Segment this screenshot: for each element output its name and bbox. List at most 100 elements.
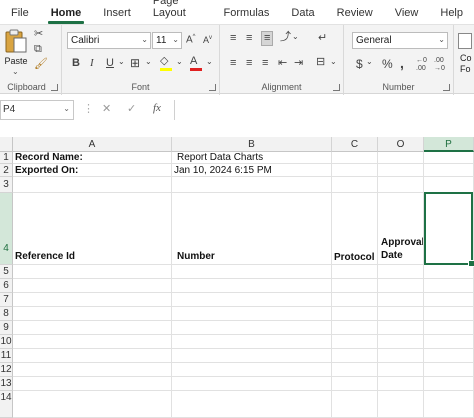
conditional-formatting-label[interactable]: Co Fo (460, 53, 472, 75)
cell-o4[interactable]: Approval Date (378, 193, 424, 265)
cell-o12[interactable] (378, 363, 424, 377)
chevron-down-icon[interactable]: ⌄ (176, 58, 183, 66)
accounting-format-icon[interactable]: $ (356, 58, 363, 70)
cell-o5[interactable] (378, 265, 424, 279)
center-icon[interactable]: ≡ (246, 58, 252, 69)
cell-a2[interactable]: Exported On: (13, 164, 172, 177)
row-header-1[interactable]: 1 (0, 152, 13, 164)
cell-c6[interactable] (332, 279, 378, 293)
copy-icon[interactable]: ⧉ (34, 44, 42, 55)
cell-o11[interactable] (378, 349, 424, 363)
percent-style-icon[interactable]: % (382, 58, 393, 70)
row-header-10[interactable]: 10 (0, 335, 13, 349)
row-header-12[interactable]: 12 (0, 363, 13, 377)
cell-c8[interactable] (332, 307, 378, 321)
align-left-icon[interactable]: ≡ (230, 58, 236, 69)
cell-p1[interactable] (424, 152, 474, 164)
column-header-p[interactable]: P (424, 137, 474, 152)
chevron-down-icon[interactable]: ⌄ (206, 58, 213, 66)
cell-c1[interactable] (332, 152, 378, 164)
cell-c9[interactable] (332, 321, 378, 335)
cell-b6[interactable] (172, 279, 332, 293)
cell-a5[interactable] (13, 265, 172, 279)
row-header-8[interactable]: 8 (0, 307, 13, 321)
cell-b5[interactable] (172, 265, 332, 279)
increase-indent-icon[interactable]: ⇥ (294, 58, 303, 69)
select-all-button[interactable] (0, 137, 13, 152)
decrease-indent-icon[interactable]: ⇤ (278, 58, 287, 69)
dialog-launcher-icon[interactable] (443, 84, 450, 91)
cell-b14[interactable] (172, 391, 332, 418)
cell-a3[interactable] (13, 177, 172, 193)
cell-o13[interactable] (378, 377, 424, 391)
decrease-font-size-icon[interactable]: Av (203, 35, 212, 45)
cell-a13[interactable] (13, 377, 172, 391)
cell-b2[interactable]: Jan 10, 2024 6:15 PM (172, 164, 332, 177)
cell-a8[interactable] (13, 307, 172, 321)
chevron-down-icon[interactable]: ⌄ (330, 58, 337, 66)
cell-c5[interactable] (332, 265, 378, 279)
cell-a4[interactable]: Reference Id (13, 193, 172, 265)
middle-align-icon[interactable]: ≡ (246, 33, 252, 44)
cell-p12[interactable] (424, 363, 474, 377)
italic-icon[interactable]: I (90, 58, 94, 69)
fill-color-icon[interactable]: ◇ (160, 56, 172, 71)
conditional-formatting-icon[interactable] (458, 33, 472, 49)
comma-style-icon[interactable]: , (400, 56, 404, 70)
cell-a10[interactable] (13, 335, 172, 349)
cell-p11[interactable] (424, 349, 474, 363)
increase-decimal-icon[interactable]: ←0.00 (416, 57, 427, 73)
bottom-align-icon[interactable]: ≡ (261, 31, 274, 46)
cell-a9[interactable] (13, 321, 172, 335)
cell-b10[interactable] (172, 335, 332, 349)
row-header-7[interactable]: 7 (0, 293, 13, 307)
column-header-a[interactable]: A (13, 137, 172, 152)
paste-button[interactable]: Paste ⌄ (2, 28, 30, 76)
cell-p6[interactable] (424, 279, 474, 293)
cell-c12[interactable] (332, 363, 378, 377)
font-name-select[interactable]: Calibri ⌄ (67, 32, 151, 49)
cell-b1[interactable]: Report Data Charts (172, 152, 332, 164)
active-cell-selection[interactable] (424, 192, 474, 267)
cell-b4[interactable]: Number (172, 193, 332, 265)
cell-a6[interactable] (13, 279, 172, 293)
cell-b9[interactable] (172, 321, 332, 335)
decrease-decimal-icon[interactable]: .00 →0 (434, 57, 445, 73)
cell-a12[interactable] (13, 363, 172, 377)
cell-o1[interactable] (378, 152, 424, 164)
cell-a11[interactable] (13, 349, 172, 363)
cell-o8[interactable] (378, 307, 424, 321)
enter-icon[interactable]: ✓ (127, 102, 136, 115)
cell-c13[interactable] (332, 377, 378, 391)
chevron-down-icon[interactable]: ⌄ (292, 33, 299, 41)
merge-center-icon[interactable]: ⊟ (316, 57, 325, 68)
cell-p13[interactable] (424, 377, 474, 391)
font-size-select[interactable]: 11 ⌄ (152, 32, 182, 49)
dialog-launcher-icon[interactable] (51, 84, 58, 91)
cell-b13[interactable] (172, 377, 332, 391)
cell-b11[interactable] (172, 349, 332, 363)
cell-p5[interactable] (424, 265, 474, 279)
cell-c3[interactable] (332, 177, 378, 193)
cut-icon[interactable]: ✂ (34, 29, 43, 40)
formula-input[interactable] (174, 100, 474, 120)
row-header-5[interactable]: 5 (0, 265, 13, 279)
tab-data[interactable]: Data (280, 7, 325, 24)
bold-icon[interactable]: B (72, 58, 80, 69)
cell-a1[interactable]: Record Name: (13, 152, 172, 164)
tab-formulas[interactable]: Formulas (213, 7, 281, 24)
tab-insert[interactable]: Insert (92, 7, 142, 24)
row-header-14[interactable]: 14 (0, 391, 13, 418)
tab-home[interactable]: Home (40, 7, 93, 24)
dialog-launcher-icon[interactable] (209, 84, 216, 91)
borders-icon[interactable]: ⊞ (130, 57, 140, 69)
cell-b12[interactable] (172, 363, 332, 377)
name-box[interactable]: P4 ⌄ (0, 100, 74, 120)
cell-p2[interactable] (424, 164, 474, 177)
cell-c4[interactable]: Protocol (332, 193, 378, 265)
insert-function-icon[interactable]: fx (153, 102, 161, 114)
underline-icon[interactable]: U (106, 58, 114, 69)
cell-c11[interactable] (332, 349, 378, 363)
cell-p10[interactable] (424, 335, 474, 349)
cell-b8[interactable] (172, 307, 332, 321)
